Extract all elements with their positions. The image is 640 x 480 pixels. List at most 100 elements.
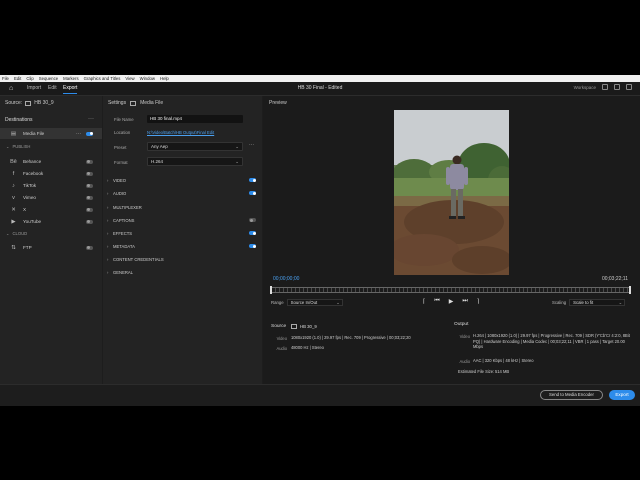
timeline-scrubber[interactable] (271, 287, 631, 293)
chevron-down-icon: ⌄ (618, 300, 623, 305)
youtube-toggle[interactable] (86, 219, 93, 224)
menu-edit[interactable]: Edit (14, 76, 21, 81)
menu-markers[interactable]: Markers (63, 76, 79, 81)
menu-help[interactable]: Help (160, 76, 169, 81)
vimeo-icon: v (12, 194, 15, 201)
preview-title: Preview (269, 100, 287, 106)
timecode-in[interactable]: 00;00;00;00 (273, 276, 299, 282)
destination-vimeo[interactable]: v Vimeo (0, 192, 102, 203)
section-multiplexer[interactable]: › MULTIPLEXER (107, 203, 258, 211)
destination-label: YouTube (23, 219, 42, 224)
destination-label: X (23, 207, 27, 212)
out-point-handle[interactable] (629, 286, 631, 294)
menu-clip[interactable]: Clip (26, 76, 33, 81)
chevron-down-icon: ⌄ (6, 144, 10, 149)
section-general[interactable]: › GENERAL (107, 268, 258, 276)
x-toggle[interactable] (86, 207, 93, 212)
menu-sequence[interactable]: Sequence (39, 76, 58, 81)
section-audio[interactable]: › AUDIO (107, 189, 258, 197)
publish-section[interactable]: ⌄ PUBLISH (6, 144, 30, 149)
source-info-label: Source (271, 324, 287, 329)
section-label: CONTENT CREDENTIALS (113, 256, 164, 262)
video-toggle[interactable] (249, 178, 256, 182)
section-label: MULTIPLEXER (113, 204, 142, 210)
range-control: Range Source In/Out ⌄ (271, 299, 343, 306)
preset-more-icon[interactable]: ··· (249, 142, 254, 148)
destination-label: Behance (23, 159, 42, 164)
destination-ftp[interactable]: ⇅ FTP (0, 242, 102, 253)
section-label: VIDEO (113, 177, 127, 183)
settings-panel: Settings Media File File Name HB 30 fina… (103, 96, 262, 384)
section-content-credentials[interactable]: › CONTENT CREDENTIALS (107, 255, 258, 263)
section-captions[interactable]: › CAPTIONS (107, 216, 258, 224)
destination-behance[interactable]: Bē Behance (0, 156, 102, 167)
menu-graphics[interactable]: Graphics and Titles (84, 76, 121, 81)
location-label: Location (114, 130, 131, 135)
destination-youtube[interactable]: ▶ YouTube (0, 216, 102, 227)
preview-panel: Preview 00;00;00;00 00;03;22;11 Range So… (263, 96, 640, 384)
behance-toggle[interactable] (86, 159, 93, 164)
document-title: HB 30 Final - Edited (297, 85, 343, 91)
file-name-input[interactable]: HB 30 final.mp4 (147, 115, 243, 123)
destination-facebook[interactable]: f Facebook (0, 168, 102, 179)
destination-tiktok[interactable]: ♪ TikTok (0, 180, 102, 191)
captions-toggle[interactable] (249, 218, 256, 222)
format-value: H.264 (151, 159, 164, 164)
metadata-toggle[interactable] (249, 244, 256, 248)
step-forward-icon[interactable]: ⏭ (462, 298, 467, 305)
chevron-down-icon: ⌄ (336, 300, 340, 305)
facebook-icon: f (12, 170, 15, 177)
menu-view[interactable]: View (125, 76, 134, 81)
mark-out-icon[interactable]: ⌉ (477, 298, 479, 305)
menu-window[interactable]: Window (140, 76, 155, 81)
cloud-section[interactable]: ⌄ CLOUD (6, 231, 27, 236)
send-to-media-encoder-button[interactable]: Send to Media Encoder (540, 390, 603, 400)
in-point-handle[interactable] (270, 286, 272, 294)
section-label: AUDIO (113, 190, 127, 196)
scaling-select[interactable]: Scale to fit ⌄ (569, 299, 626, 306)
destination-label: FTP (23, 245, 32, 250)
play-icon[interactable]: ▶ (449, 298, 454, 305)
media-file-icon (130, 100, 137, 106)
more-icon[interactable]: ··· (88, 116, 94, 122)
destination-x[interactable]: ✕ X (0, 204, 102, 215)
share-icon[interactable] (602, 84, 608, 90)
youtube-icon: ▶ (11, 218, 16, 225)
destination-media-file[interactable]: ▤ Media File ··· (0, 128, 102, 139)
preset-label: Preset (114, 145, 127, 150)
settings-media-label: Media File (140, 100, 164, 106)
help-icon[interactable] (626, 84, 632, 90)
top-bar: ⌂ Import Edit Export HB 30 Final - Edite… (0, 82, 640, 96)
tiktok-toggle[interactable] (86, 183, 93, 188)
transport-controls: ⌈ ⏮ ▶ ⏭ ⌉ (423, 298, 479, 305)
file-size-value: 514 MB (495, 369, 510, 374)
destinations-title: Destinations (5, 117, 33, 123)
section-effects[interactable]: › EFFECTS (107, 229, 258, 237)
step-back-icon[interactable]: ⏮ (434, 298, 439, 305)
workspace-label[interactable]: Workspace (574, 85, 596, 90)
range-select[interactable]: Source In/Out ⌄ (286, 299, 343, 306)
menu-file[interactable]: File (2, 76, 9, 81)
facebook-toggle[interactable] (86, 171, 93, 176)
options-icon[interactable]: ··· (76, 131, 81, 137)
fullscreen-icon[interactable] (614, 84, 620, 90)
audio-toggle[interactable] (249, 191, 256, 195)
section-metadata[interactable]: › METADATA (107, 242, 258, 250)
preview-frame (394, 110, 509, 275)
sequence-icon (291, 324, 297, 329)
source-label: Source: (5, 100, 23, 106)
export-button[interactable]: Export (609, 390, 635, 400)
preset-select[interactable]: Any Aep ⌄ (147, 142, 243, 151)
effects-toggle[interactable] (249, 231, 256, 235)
mark-in-icon[interactable]: ⌈ (423, 298, 425, 305)
vimeo-toggle[interactable] (86, 195, 93, 200)
location-link[interactable]: N:\Video\Batch\HB Output\Final Edit (147, 130, 214, 135)
section-label: CAPTIONS (113, 217, 135, 223)
source-video-label: Video (276, 336, 287, 341)
media-file-toggle[interactable] (86, 131, 93, 136)
section-label: EFFECTS (113, 230, 133, 236)
chevron-down-icon: ⌄ (6, 231, 10, 236)
section-video[interactable]: › VIDEO (107, 176, 258, 184)
ftp-toggle[interactable] (86, 245, 93, 250)
format-select[interactable]: H.264 ⌄ (147, 157, 243, 166)
